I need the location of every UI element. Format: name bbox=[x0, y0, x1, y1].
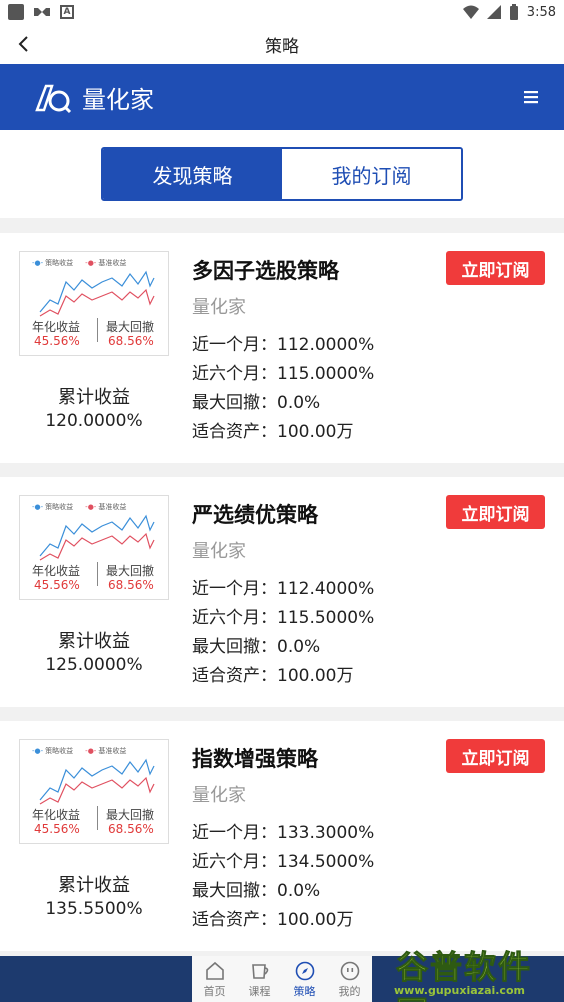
brand-header: 量化家 bbox=[0, 64, 564, 130]
nav-home[interactable]: 首页 bbox=[192, 956, 237, 1002]
stat-six-month: 近六个月：115.0000% bbox=[192, 364, 375, 384]
strategy-thumbnail: 策略收益 基准收益 年化收益 45.56% 最大回撤 68.56% bbox=[19, 251, 169, 356]
nav-course-label: 课程 bbox=[248, 984, 271, 998]
annual-label: 年化收益 bbox=[32, 808, 81, 822]
nav-strategy-label: 策略 bbox=[293, 984, 316, 998]
subscribe-button[interactable]: 立即订阅 bbox=[446, 251, 545, 285]
strategy-name: 多因子选股策略 bbox=[192, 259, 339, 283]
strategy-author: 量化家 bbox=[192, 297, 246, 318]
annual-label: 年化收益 bbox=[32, 564, 81, 578]
subscribe-button[interactable]: 立即订阅 bbox=[446, 739, 545, 773]
stat-suitable-assets: 适合资产：100.00万 bbox=[192, 422, 354, 442]
legend-benchmark: 基准收益 bbox=[85, 746, 126, 756]
stat-suitable-assets: 适合资产：100.00万 bbox=[192, 910, 354, 930]
strategy-card[interactable]: 策略收益 基准收益 年化收益 45.56% 最大回撤 68.56% 累计收益 1… bbox=[0, 721, 564, 951]
stat-max-drawdown: 最大回撤：0.0% bbox=[192, 393, 321, 413]
stat-one-month: 近一个月：112.4000% bbox=[192, 579, 375, 599]
nav-home-label: 首页 bbox=[203, 984, 226, 998]
thumb-divider bbox=[97, 562, 98, 586]
cumulative-value: 125.0000% bbox=[45, 655, 143, 675]
brand-name: 量化家 bbox=[82, 85, 154, 114]
notification-square-icon bbox=[8, 4, 24, 20]
thumb-legend: 策略收益 基准收益 bbox=[32, 502, 126, 512]
page-title: 策略 bbox=[265, 36, 299, 57]
strategy-thumbnail: 策略收益 基准收益 年化收益 45.56% 最大回撤 68.56% bbox=[19, 739, 169, 844]
nav-mine[interactable]: 我的 bbox=[327, 956, 372, 1002]
segment-tabs: 发现策略 我的订阅 bbox=[101, 147, 463, 201]
annual-value: 45.56% bbox=[34, 822, 80, 836]
thumb-legend: 策略收益 基准收益 bbox=[32, 746, 126, 756]
cumulative-label: 累计收益 bbox=[58, 631, 130, 652]
subscribe-button[interactable]: 立即订阅 bbox=[446, 495, 545, 529]
cumulative-value: 120.0000% bbox=[45, 411, 143, 431]
drawdown-label: 最大回撤 bbox=[106, 564, 155, 578]
signal-icon bbox=[486, 5, 501, 19]
drawdown-value: 68.56% bbox=[108, 578, 154, 592]
annual-label: 年化收益 bbox=[32, 320, 81, 334]
nav-mine-label: 我的 bbox=[338, 984, 361, 998]
stat-one-month: 近一个月：112.0000% bbox=[192, 335, 375, 355]
watermark-url: www.gupuxiazai.com bbox=[394, 984, 525, 997]
legend-benchmark: 基准收益 bbox=[85, 502, 126, 512]
legend-strategy: 策略收益 bbox=[32, 746, 73, 756]
tab-discover[interactable]: 发现策略 bbox=[103, 149, 282, 199]
annual-value: 45.56% bbox=[34, 578, 80, 592]
compass-icon bbox=[295, 961, 314, 980]
cup-icon bbox=[251, 963, 268, 979]
drawdown-label: 最大回撤 bbox=[106, 320, 155, 334]
stat-six-month: 近六个月：115.5000% bbox=[192, 608, 375, 628]
cumulative-label: 累计收益 bbox=[58, 387, 130, 408]
thumb-divider bbox=[97, 806, 98, 830]
strategy-card[interactable]: 策略收益 基准收益 年化收益 45.56% 最大回撤 68.56% 累计收益 1… bbox=[0, 233, 564, 463]
title-bar: 策略 bbox=[0, 24, 564, 64]
bottom-nav: 首页 课程 策略 我的 bbox=[192, 956, 372, 1002]
home-icon bbox=[205, 961, 224, 980]
hamburger-menu-icon[interactable] bbox=[522, 88, 542, 106]
thumb-divider bbox=[97, 318, 98, 342]
annual-value: 45.56% bbox=[34, 334, 80, 348]
text-a-icon: A bbox=[60, 5, 74, 19]
strategy-thumbnail: 策略收益 基准收益 年化收益 45.56% 最大回撤 68.56% bbox=[19, 495, 169, 600]
battery-icon bbox=[509, 4, 518, 20]
status-bar: A 3:58 bbox=[0, 0, 564, 24]
drawdown-label: 最大回撤 bbox=[106, 808, 155, 822]
cumulative-label: 累计收益 bbox=[58, 875, 130, 896]
brand-logo-icon bbox=[35, 84, 72, 114]
drawdown-value: 68.56% bbox=[108, 822, 154, 836]
stat-one-month: 近一个月：133.3000% bbox=[192, 823, 375, 843]
tabs-section: 发现策略 我的订阅 bbox=[0, 130, 564, 218]
drawdown-value: 68.56% bbox=[108, 334, 154, 348]
stat-max-drawdown: 最大回撤：0.0% bbox=[192, 881, 321, 901]
nav-course[interactable]: 课程 bbox=[237, 956, 282, 1002]
legend-strategy: 策略收益 bbox=[32, 502, 73, 512]
legend-benchmark: 基准收益 bbox=[85, 258, 126, 268]
strategy-author: 量化家 bbox=[192, 785, 246, 806]
wifi-icon bbox=[462, 5, 479, 19]
legend-strategy: 策略收益 bbox=[32, 258, 73, 268]
strategy-card[interactable]: 策略收益 基准收益 年化收益 45.56% 最大回撤 68.56% 累计收益 1… bbox=[0, 477, 564, 707]
stat-six-month: 近六个月：134.5000% bbox=[192, 852, 375, 872]
status-time: 3:58 bbox=[526, 4, 556, 20]
gamepad-icon bbox=[34, 8, 50, 16]
stat-max-drawdown: 最大回撤：0.0% bbox=[192, 637, 321, 657]
thumb-legend: 策略收益 基准收益 bbox=[32, 258, 126, 268]
strategy-name: 严选绩优策略 bbox=[192, 503, 318, 527]
back-arrow-icon[interactable] bbox=[12, 32, 36, 56]
stat-suitable-assets: 适合资产：100.00万 bbox=[192, 666, 354, 686]
watermark: 谷普软件园 www.gupuxiazai.com bbox=[392, 942, 564, 1002]
strategy-author: 量化家 bbox=[192, 541, 246, 562]
cumulative-value: 135.5500% bbox=[45, 899, 143, 919]
strategy-name: 指数增强策略 bbox=[192, 747, 318, 771]
nav-strategy[interactable]: 策略 bbox=[282, 956, 327, 1002]
tab-my-subscriptions[interactable]: 我的订阅 bbox=[282, 149, 461, 199]
face-icon bbox=[340, 961, 359, 980]
